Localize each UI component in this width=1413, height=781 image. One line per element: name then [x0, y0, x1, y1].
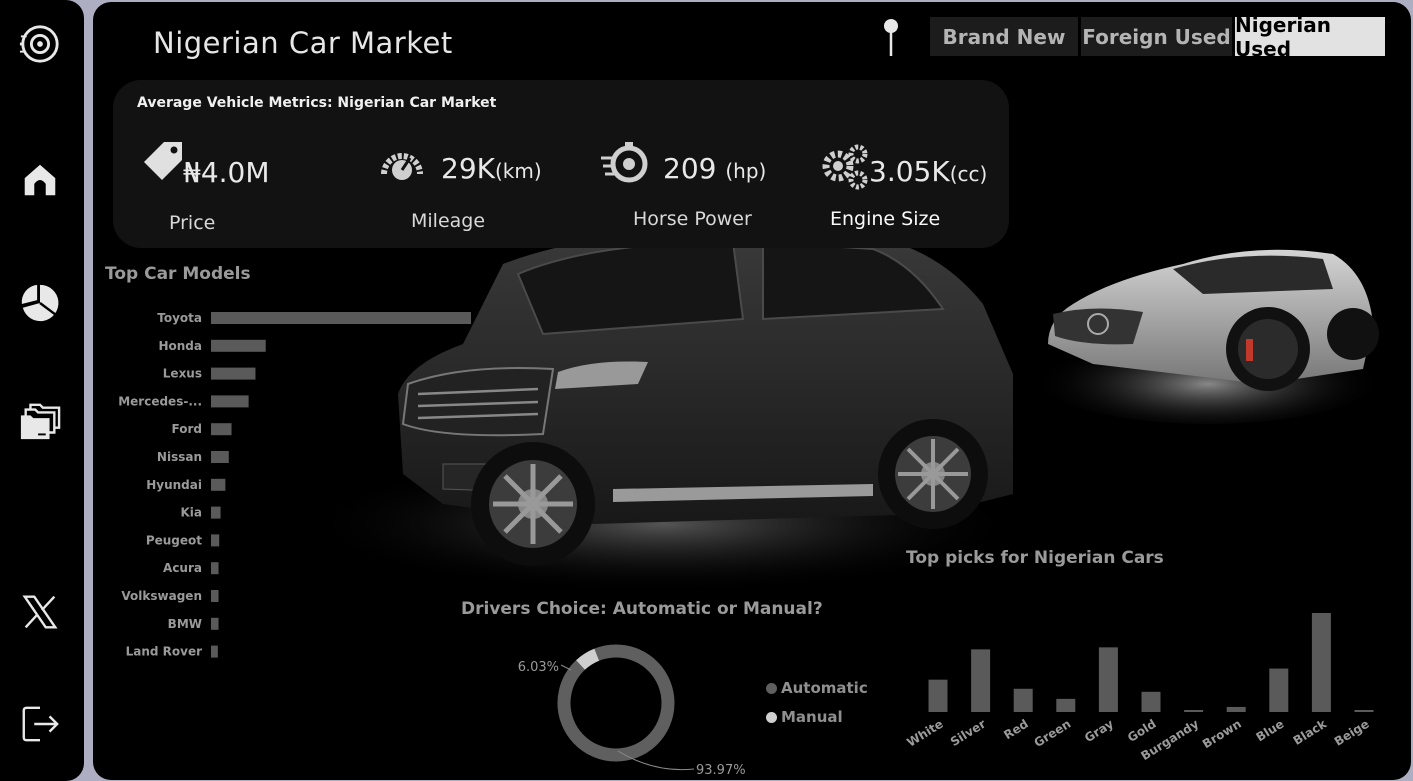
- dashboard-canvas: Nigerian Car Market Brand New Foreign Us…: [93, 2, 1411, 780]
- color-label: Beige: [1332, 717, 1372, 749]
- model-bar[interactable]: [211, 339, 266, 352]
- model-bar[interactable]: [211, 451, 229, 463]
- color-bar[interactable]: [971, 649, 991, 712]
- mercedes-car-image: [1033, 249, 1383, 424]
- color-bar[interactable]: [1141, 691, 1161, 712]
- mileage-label: Mileage: [411, 210, 486, 232]
- color-bar[interactable]: [1013, 688, 1033, 712]
- price-tag-icon: [144, 142, 182, 180]
- color-label: Gray: [1082, 717, 1116, 746]
- model-label: Mercedes-...: [118, 394, 202, 408]
- model-label: Peugeot: [146, 533, 202, 547]
- page-title: Nigerian Car Market: [153, 26, 453, 60]
- color-bar[interactable]: [1226, 706, 1246, 712]
- x-logo-icon[interactable]: [18, 590, 62, 634]
- model-bar[interactable]: [211, 590, 219, 602]
- model-bar[interactable]: [211, 478, 226, 491]
- legend-manual-dot: [766, 711, 777, 723]
- speedometer-icon: [381, 153, 423, 180]
- model-bar[interactable]: [211, 423, 232, 436]
- tab-brand-new[interactable]: Brand New: [930, 17, 1078, 56]
- model-bar[interactable]: [211, 645, 218, 658]
- color-bar[interactable]: [1056, 698, 1076, 712]
- horsepower-label: Horse Power: [633, 208, 752, 230]
- horsepower-value: 209 (hp): [663, 152, 767, 185]
- model-bar[interactable]: [211, 534, 220, 547]
- top-models-chart: Toyota Honda Lexus Mercedes-... Ford Nissan Hy…: [118, 311, 471, 659]
- color-label: Gold: [1125, 717, 1159, 745]
- color-bar[interactable]: [1184, 710, 1204, 712]
- metrics-title: Average Vehicle Metrics: Nigerian Car Ma…: [137, 95, 497, 111]
- color-label: White: [904, 717, 945, 750]
- model-bar[interactable]: [211, 367, 256, 380]
- model-bar[interactable]: [211, 312, 471, 324]
- model-bar[interactable]: [211, 506, 221, 519]
- color-label: Silver: [948, 717, 988, 749]
- wheel-logo-icon[interactable]: [18, 22, 62, 66]
- sidebar: [0, 0, 84, 781]
- color-bar[interactable]: [1311, 613, 1331, 712]
- model-label: BMW: [168, 617, 202, 631]
- automatic-pct-label: 93.97%: [696, 763, 746, 778]
- transmission-donut-chart: 6.03% 93.97%: [518, 635, 746, 778]
- model-label: Acura: [163, 561, 202, 575]
- top-models-title: Top Car Models: [105, 264, 251, 284]
- model-bar[interactable]: [211, 617, 219, 630]
- model-label: Lexus: [163, 367, 202, 381]
- tab-nigerian-used[interactable]: Nigerian Used: [1235, 13, 1385, 61]
- mileage-value: 29K(km): [441, 152, 542, 185]
- model-bar[interactable]: [211, 562, 219, 575]
- pie-chart-icon[interactable]: [18, 281, 62, 325]
- tab-foreign-used[interactable]: Foreign Used: [1081, 17, 1232, 56]
- model-label: Nissan: [157, 450, 202, 464]
- color-bar[interactable]: [1098, 647, 1118, 712]
- legend-automatic-dot: [766, 682, 777, 694]
- transmission-title: Drivers Choice: Automatic or Manual?: [461, 599, 823, 619]
- gears-icon: [822, 144, 868, 190]
- model-bar[interactable]: [211, 395, 249, 408]
- folders-icon[interactable]: [18, 400, 62, 444]
- model-label: Ford: [172, 422, 202, 436]
- donut-slice-automatic[interactable]: [548, 635, 683, 770]
- model-label: Hyundai: [146, 478, 202, 492]
- model-label: Land Rover: [126, 645, 203, 659]
- price-value: ₦4.0M: [183, 156, 270, 189]
- fast-timer-icon: [601, 142, 648, 183]
- model-label: Kia: [180, 506, 202, 520]
- color-bar[interactable]: [928, 679, 948, 712]
- color-label: Red: [1001, 717, 1030, 743]
- color-label: Blue: [1254, 717, 1287, 745]
- legend-automatic: Automatic: [766, 679, 868, 697]
- market-tabs: Brand New Foreign Used Nigerian Used: [930, 13, 1385, 61]
- top-picks-chart: White Silver Red Green Gray GoldBurgandyBrown…: [904, 613, 1374, 763]
- legend-manual: Manual: [766, 708, 843, 726]
- map-pin-icon[interactable]: [881, 18, 901, 58]
- model-label: Volkswagen: [121, 589, 202, 603]
- home-icon[interactable]: [18, 158, 62, 202]
- engine-size-label: Engine Size: [830, 208, 941, 230]
- color-label: Black: [1291, 716, 1330, 748]
- metrics-panel: Average Vehicle Metrics: Nigerian Car Ma…: [113, 80, 1009, 248]
- top-picks-title: Top picks for Nigerian Cars: [906, 548, 1164, 568]
- color-bar[interactable]: [1269, 668, 1289, 712]
- model-label: Toyota: [157, 311, 202, 325]
- engine-size-value: 3.05K(cc): [869, 155, 988, 188]
- color-label: Brown: [1200, 717, 1244, 752]
- color-label: Green: [1032, 717, 1074, 750]
- price-label: Price: [169, 212, 216, 234]
- model-label: Honda: [158, 339, 202, 353]
- manual-pct-label: 6.03%: [518, 660, 559, 675]
- logout-icon[interactable]: [18, 702, 62, 746]
- color-bar[interactable]: [1354, 709, 1374, 712]
